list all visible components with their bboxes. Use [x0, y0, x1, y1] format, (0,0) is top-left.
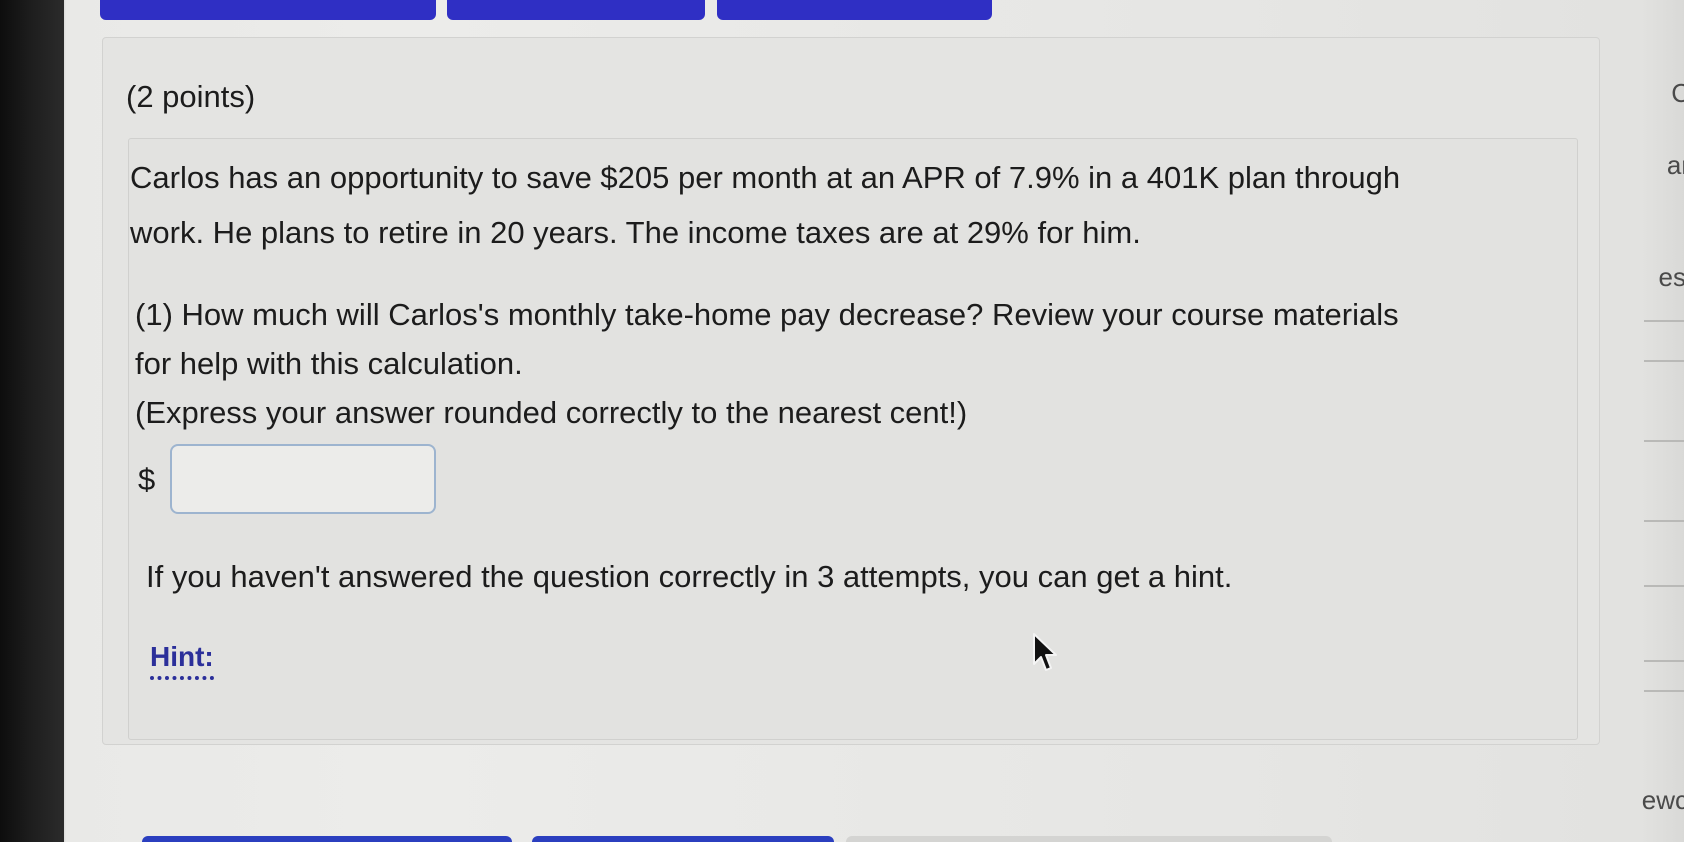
question-points: (2 points)	[126, 79, 256, 114]
edge-divider	[1644, 660, 1684, 662]
bottom-nav-button-1[interactable]	[142, 836, 512, 842]
answer-input[interactable]	[170, 444, 436, 514]
currency-symbol: $	[138, 462, 156, 497]
problem-statement: Carlos has an opportunity to save $205 p…	[130, 150, 1570, 260]
edge-divider	[1644, 585, 1684, 587]
edge-divider	[1644, 440, 1684, 442]
hint-availability-note: If you haven't answered the question cor…	[146, 559, 1233, 594]
edge-divider	[1644, 360, 1684, 362]
problem-line-1: Carlos has an opportunity to save $205 p…	[130, 160, 1401, 195]
bottom-nav-button-2[interactable]	[532, 836, 834, 842]
part-1-question: (1) How much will Carlos's monthly take-…	[135, 290, 1575, 437]
monitor-bezel	[0, 0, 64, 842]
part-1-line-1: (1) How much will Carlos's monthly take-…	[135, 297, 1399, 332]
edge-divider	[1644, 520, 1684, 522]
top-nav-button-2[interactable]	[447, 0, 705, 20]
adjacent-window-edge: C ar es ewc	[1640, 0, 1684, 842]
edge-fragment-4: ewc	[1641, 785, 1684, 815]
edge-fragment-2: ar	[1666, 150, 1684, 180]
part-1-line-2: for help with this calculation.	[135, 346, 523, 381]
edge-fragment-3: es	[1658, 262, 1684, 292]
hint-link[interactable]: Hint:	[150, 640, 214, 680]
mouse-pointer-icon	[1033, 633, 1057, 671]
edge-fragment-1: C	[1671, 78, 1684, 108]
problem-line-2: work. He plans to retire in 20 years. Th…	[130, 215, 1141, 250]
edge-divider	[1644, 690, 1684, 692]
part-1-instruction: (Express your answer rounded correctly t…	[135, 395, 968, 430]
edge-divider	[1644, 320, 1684, 322]
top-nav-button-3[interactable]	[717, 0, 992, 20]
top-nav-button-1[interactable]	[100, 0, 436, 20]
bottom-nav-button-3[interactable]	[846, 836, 1332, 842]
